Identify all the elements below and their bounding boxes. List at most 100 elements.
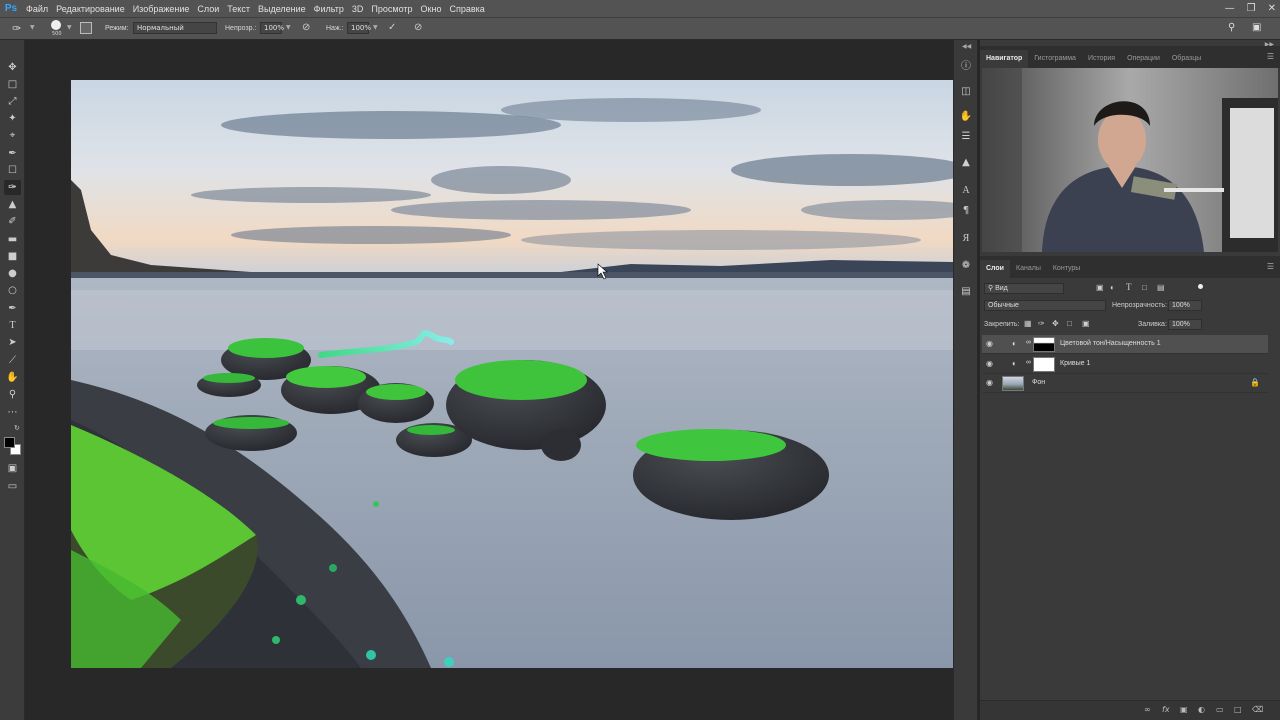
tab-history[interactable]: История [1082, 50, 1121, 68]
photo-seascape[interactable] [71, 80, 953, 668]
eyedropper-tool-icon[interactable]: ✒ [4, 146, 21, 161]
layer-name[interactable]: Фон [1032, 379, 1045, 386]
minimize-icon[interactable]: — [1225, 3, 1235, 14]
pen-tool-icon[interactable]: ✒ [4, 301, 21, 316]
visibility-eye-icon[interactable]: ◉ [986, 378, 993, 387]
mode-select[interactable]: Нормальный [133, 22, 217, 34]
link-chain-icon[interactable]: ∞ [1026, 359, 1031, 366]
link-layers-icon[interactable]: ∞ [1144, 705, 1151, 714]
layer-name[interactable]: Кривые 1 [1060, 360, 1090, 367]
brush-tool-icon[interactable]: ✑ [4, 180, 21, 195]
menu-file[interactable]: Файл [22, 4, 52, 14]
opacity-pressure-icon[interactable]: ⊘ [302, 22, 310, 33]
menu-select[interactable]: Выделение [254, 4, 310, 14]
filter-toggle-icon[interactable] [1198, 284, 1203, 289]
layer-row-background[interactable]: ◉ Фон 🔒 [982, 374, 1268, 393]
menu-filter[interactable]: Фильтр [310, 4, 348, 14]
menu-help[interactable]: Справка [445, 4, 488, 14]
hand-tool-icon[interactable]: ✋ [4, 370, 21, 385]
brush-tool-icon[interactable]: ✑ [12, 22, 21, 35]
blur-tool-icon[interactable]: ● [4, 266, 21, 281]
restore-icon[interactable]: ❐ [1247, 3, 1256, 14]
clone-source-icon[interactable]: ▲ [958, 154, 974, 170]
layer-row-curves[interactable]: ◉ ◐ ∞ Кривые 1 [982, 355, 1268, 374]
menu-window[interactable]: Окно [417, 4, 446, 14]
dodge-tool-icon[interactable]: ○ [4, 283, 21, 298]
lock-all-icon[interactable]: ▣ [1082, 319, 1090, 328]
more-tools-icon[interactable]: ⋯ [4, 405, 21, 420]
tool-preset-dropdown-icon[interactable]: ▼ [30, 24, 35, 31]
fill-field[interactable]: 100% [1168, 319, 1202, 330]
lasso-tool-icon[interactable]: ⤢ [4, 94, 21, 109]
collapse-panels-icon[interactable]: ◀◀ [962, 43, 971, 50]
layer-opacity-field[interactable]: 100% [1168, 300, 1202, 311]
brush-panel-icon[interactable] [80, 22, 92, 34]
menu-3d[interactable]: 3D [348, 4, 368, 14]
tab-histogram[interactable]: Гистограмма [1028, 50, 1082, 68]
line-tool-icon[interactable]: ⟋ [4, 353, 21, 368]
tab-layers[interactable]: Слои [980, 260, 1010, 278]
new-layer-icon[interactable]: □ [1234, 705, 1242, 714]
filter-shape-icon[interactable]: □ [1142, 283, 1147, 292]
pressure-field[interactable]: 100% [347, 22, 371, 34]
lock-artboard-icon[interactable]: □ [1067, 319, 1072, 328]
size-pressure-icon[interactable]: ⊘ [414, 22, 422, 33]
filter-pixel-icon[interactable]: ▣ [1096, 283, 1104, 292]
crop-tool-icon[interactable]: ⌖ [4, 128, 21, 143]
menu-edit[interactable]: Редактирование [52, 4, 129, 14]
menu-view[interactable]: Просмотр [367, 4, 416, 14]
tab-swatches[interactable]: Образцы [1166, 50, 1207, 68]
layer-comps-icon[interactable]: ◫ [958, 83, 974, 99]
add-mask-icon[interactable]: ▣ [1180, 705, 1188, 714]
color-icon[interactable]: ❁ [958, 257, 974, 273]
zoom-tool-icon[interactable]: ⚲ [4, 387, 21, 402]
menu-layers[interactable]: Слои [193, 4, 223, 14]
new-group-icon[interactable]: ▭ [1216, 705, 1224, 714]
layer-name[interactable]: Цветовой тон/Насыщенность 1 [1060, 340, 1161, 347]
visibility-eye-icon[interactable]: ◉ [986, 359, 993, 368]
new-adjustment-icon[interactable]: ◐ [1198, 705, 1205, 714]
path-select-tool-icon[interactable]: ➤ [4, 335, 21, 350]
info-icon[interactable]: ⓘ [958, 56, 974, 72]
panel-menu-icon[interactable]: ☰ [1267, 52, 1274, 61]
adjustments-sliders-icon[interactable]: ☰ [958, 128, 974, 144]
move-tool-icon[interactable]: ✥ [4, 60, 21, 75]
delete-layer-icon[interactable]: ⌫ [1252, 705, 1263, 714]
layer-mask-thumbnail[interactable] [1033, 337, 1055, 352]
opacity-dropdown-icon[interactable]: ▼ [286, 24, 291, 31]
tool-presets-icon[interactable]: ✋ [958, 108, 974, 124]
layers-panel-menu-icon[interactable]: ☰ [1267, 262, 1274, 271]
tab-channels[interactable]: Каналы [1010, 260, 1047, 278]
lock-transparent-icon[interactable]: ▦ [1024, 319, 1032, 328]
lock-pixels-icon[interactable]: ✑ [1038, 319, 1045, 328]
paragraph-icon[interactable]: ¶ [958, 202, 974, 218]
screen-mode-icon[interactable]: ▭ [4, 479, 21, 494]
gradient-tool-icon[interactable]: ■ [4, 249, 21, 264]
eraser-tool-icon[interactable]: ▬ [4, 232, 21, 247]
swap-colors-icon[interactable]: ↻ [14, 424, 20, 432]
history-brush-tool-icon[interactable]: ✐ [4, 214, 21, 229]
link-chain-icon[interactable]: ∞ [1026, 339, 1031, 346]
layer-mask-thumbnail[interactable] [1033, 357, 1055, 372]
document-canvas[interactable] [26, 40, 953, 720]
close-icon[interactable]: ✕ [1268, 3, 1276, 14]
clone-stamp-tool-icon[interactable]: ▲ [4, 197, 21, 212]
visibility-eye-icon[interactable]: ◉ [986, 339, 993, 348]
quick-select-tool-icon[interactable]: ✦ [4, 111, 21, 126]
opacity-field[interactable]: 100% [260, 22, 284, 34]
layer-style-icon[interactable]: fx [1162, 705, 1170, 714]
layer-row-hue-saturation[interactable]: ◉ ◐ ∞ Цветовой тон/Насыщенность 1 [982, 335, 1268, 354]
tab-navigator[interactable]: Навигатор [980, 50, 1029, 68]
tab-actions[interactable]: Операции [1121, 50, 1166, 68]
foreground-color-swatch[interactable] [4, 437, 15, 448]
workspace-icon[interactable]: ▣ [1252, 22, 1261, 33]
lock-position-icon[interactable]: ✥ [1052, 319, 1059, 328]
type-tool-icon[interactable]: T [4, 318, 21, 333]
properties-icon[interactable]: ▤ [958, 283, 974, 299]
menu-type[interactable]: Текст [223, 4, 254, 14]
layer-thumbnail[interactable] [1002, 376, 1024, 391]
pressure-dropdown-icon[interactable]: ▼ [373, 24, 378, 31]
layer-filter-select[interactable]: ⚲ Вид [984, 283, 1064, 294]
airbrush-icon[interactable]: ✓ [388, 22, 396, 33]
healing-tool-icon[interactable]: ☐ [4, 163, 21, 178]
